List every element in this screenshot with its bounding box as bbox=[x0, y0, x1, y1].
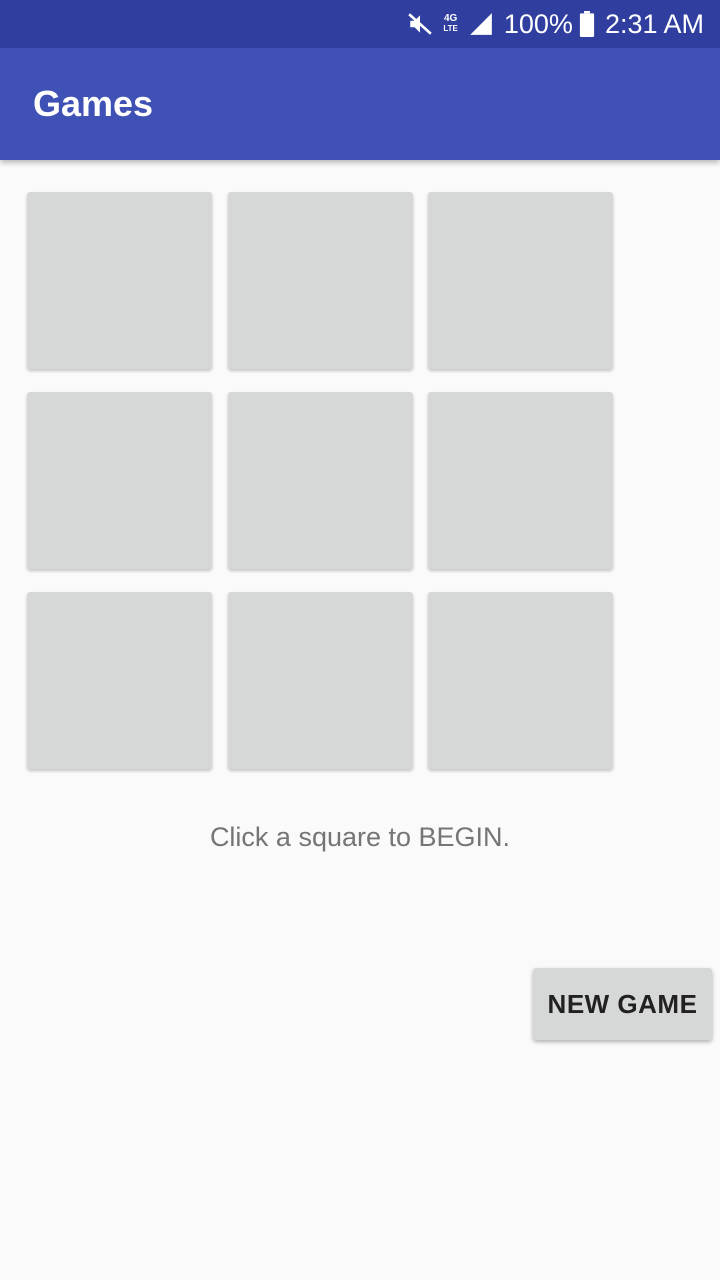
board-cell-3[interactable] bbox=[428, 192, 613, 369]
board-cell-2[interactable] bbox=[228, 192, 413, 369]
mute-icon bbox=[407, 11, 433, 37]
battery-icon bbox=[579, 11, 595, 37]
tic-tac-toe-board bbox=[27, 192, 613, 769]
app-bar: Games bbox=[0, 48, 720, 160]
app-title: Games bbox=[33, 83, 154, 124]
board-cell-9[interactable] bbox=[428, 592, 613, 769]
game-status-message: Click a square to BEGIN. bbox=[209, 822, 511, 852]
board-cell-5[interactable] bbox=[228, 392, 413, 569]
network-label-top: 4G bbox=[443, 13, 458, 24]
board-cell-4[interactable] bbox=[27, 392, 212, 569]
signal-icon bbox=[468, 11, 494, 37]
battery-percent: 100% bbox=[503, 8, 573, 39]
board-cell-1[interactable] bbox=[27, 192, 212, 369]
network-label-bottom: LTE bbox=[443, 24, 458, 33]
new-game-button[interactable]: NEW GAME bbox=[533, 968, 712, 1040]
board-cell-6[interactable] bbox=[428, 392, 613, 569]
clock: 2:31 AM bbox=[604, 8, 704, 39]
network-4g-lte-icon: 4G LTE bbox=[443, 14, 458, 34]
status-bar: 4G LTE 100% 2:31 AM bbox=[0, 0, 720, 48]
board-cell-7[interactable] bbox=[27, 592, 212, 769]
board-cell-8[interactable] bbox=[228, 592, 413, 769]
